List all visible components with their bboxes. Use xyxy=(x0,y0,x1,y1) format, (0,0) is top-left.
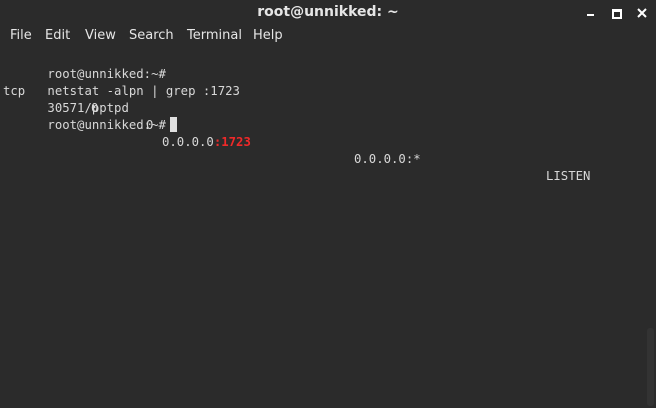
local-host: 0.0.0.0 xyxy=(162,135,214,149)
local-port-highlight: :1723 xyxy=(213,135,251,149)
terminal-line: tcp 0 0 0.0.0.0:1723 0.0.0.0:* LISTEN xyxy=(3,66,643,183)
terminal-scrollbar[interactable] xyxy=(644,48,656,408)
menu-search[interactable]: Search xyxy=(129,28,174,44)
shell-prompt: root@unnikked:~# xyxy=(47,118,166,132)
text-cursor xyxy=(169,117,177,132)
terminal-line: 30571/pptpd xyxy=(3,83,128,115)
close-icon[interactable] xyxy=(636,7,648,19)
title-bar[interactable]: root@unnikked: ~ xyxy=(0,0,656,25)
terminal-line: root@unnikked:~# xyxy=(3,100,177,132)
menu-view[interactable]: View xyxy=(85,28,116,44)
netstat-state: LISTEN xyxy=(546,169,591,183)
menu-edit[interactable]: Edit xyxy=(45,28,70,44)
scrollbar-thumb[interactable] xyxy=(647,328,654,406)
terminal-window: root@unnikked: ~ File Edit View Search T… xyxy=(0,0,656,408)
menu-bar: File Edit View Search Terminal Help xyxy=(0,25,656,47)
menu-file[interactable]: File xyxy=(10,28,32,44)
netstat-local-address: 0.0.0.0:1723 xyxy=(162,134,251,151)
window-controls xyxy=(584,0,648,25)
netstat-foreign-address: 0.0.0.0:* xyxy=(354,152,421,166)
menu-terminal[interactable]: Terminal xyxy=(187,28,242,44)
window-title: root@unnikked: ~ xyxy=(257,4,399,20)
maximize-icon[interactable] xyxy=(610,7,622,19)
terminal-line: root@unnikked:~# netstat -alpn | grep :1… xyxy=(3,49,240,98)
terminal-output[interactable]: root@unnikked:~# netstat -alpn | grep :1… xyxy=(0,48,644,408)
menu-help[interactable]: Help xyxy=(253,28,283,44)
minimize-icon[interactable] xyxy=(584,7,596,19)
